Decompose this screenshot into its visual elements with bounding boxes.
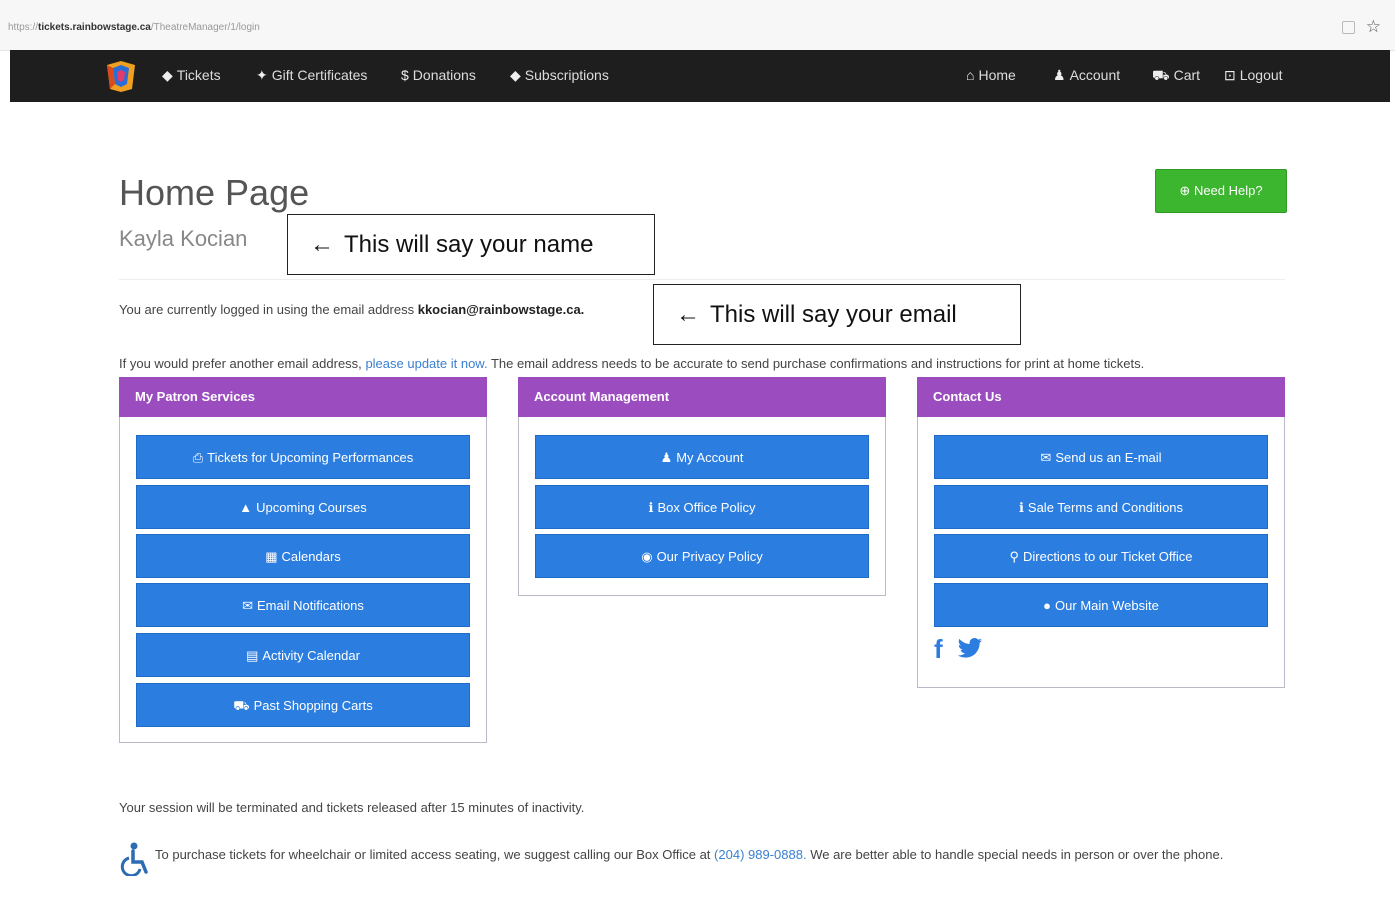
need-help-button[interactable]: ⊕ Need Help? bbox=[1155, 169, 1287, 213]
user-icon: ♟ bbox=[1053, 67, 1066, 83]
nav-subscriptions[interactable]: ◆ Subscriptions bbox=[510, 67, 609, 84]
home-icon: ⌂ bbox=[966, 67, 975, 83]
email-annotation: ← This will say your email bbox=[653, 284, 1021, 345]
eye-icon: ◉ bbox=[641, 549, 653, 564]
privacy-policy-button[interactable]: ◉ Our Privacy Policy bbox=[535, 534, 869, 578]
star-icon[interactable]: ☆ bbox=[1366, 17, 1381, 37]
user-email: kkocian@rainbowstage.ca. bbox=[417, 302, 585, 317]
upcoming-courses-button[interactable]: ▲ Upcoming Courses bbox=[136, 485, 470, 529]
sale-terms-button[interactable]: ℹ Sale Terms and Conditions bbox=[934, 485, 1268, 529]
arrow-left-icon: ← bbox=[310, 230, 334, 258]
divider bbox=[119, 279, 1285, 280]
info-icon: ℹ bbox=[1018, 500, 1024, 515]
send-email-button[interactable]: ✉ Send us an E-mail bbox=[934, 435, 1268, 479]
my-account-button[interactable]: ♟ My Account bbox=[535, 435, 869, 479]
nav-tickets[interactable]: ◆ Tickets bbox=[162, 67, 221, 84]
email-notifications-button[interactable]: ✉ Email Notifications bbox=[136, 583, 470, 627]
activity-calendar-button[interactable]: ▤ Activity Calendar bbox=[136, 633, 470, 677]
directions-button[interactable]: ⚲ Directions to our Ticket Office bbox=[934, 534, 1268, 578]
tag-icon: ◆ bbox=[510, 67, 521, 83]
contact-us-panel: Contact Us ✉ Send us an E-mail ℹ Sale Term… bbox=[917, 377, 1285, 688]
account-management-panel: Account Management ♟ My Account ℹ Box Offi… bbox=[518, 377, 886, 596]
nav-home[interactable]: ⌂ Home bbox=[966, 67, 1016, 83]
nav-account[interactable]: ♟ Account bbox=[1053, 67, 1120, 84]
plus-circle-icon: ⊕ bbox=[1179, 183, 1191, 198]
map-marker-icon: ⚲ bbox=[1009, 549, 1019, 564]
envelope-icon: ✉ bbox=[1040, 450, 1052, 465]
update-email-link[interactable]: please update it now. bbox=[365, 356, 487, 371]
cart-icon: ⛟ bbox=[233, 698, 250, 713]
user-icon: ♟ bbox=[660, 450, 673, 465]
user-name: Kayla Kocian bbox=[119, 226, 248, 251]
name-annotation: ← This will say your name bbox=[287, 214, 655, 275]
tickets-upcoming-button[interactable]: ⎙ Tickets for Upcoming Performances bbox=[136, 435, 470, 479]
nav-donations[interactable]: $ Donations bbox=[401, 67, 476, 83]
extension-icon[interactable] bbox=[1342, 21, 1355, 34]
update-email-text: If you would prefer another email addres… bbox=[119, 356, 1145, 371]
gift-icon: ✦ bbox=[256, 67, 268, 83]
lock-icon: ⊡ bbox=[1224, 67, 1236, 83]
panel-header: Contact Us bbox=[917, 377, 1285, 417]
wheelchair-icon bbox=[120, 842, 148, 876]
box-office-policy-button[interactable]: ℹ Box Office Policy bbox=[535, 485, 869, 529]
tag-icon: ◆ bbox=[162, 67, 173, 83]
graduation-cap-icon: ▲ bbox=[239, 500, 253, 515]
session-note: Your session will be terminated and tick… bbox=[119, 800, 585, 815]
list-icon: ▤ bbox=[246, 648, 259, 663]
globe-icon: ● bbox=[1043, 598, 1052, 613]
arrow-left-icon: ← bbox=[676, 300, 700, 328]
page-title: Home Page bbox=[119, 172, 310, 213]
patron-services-panel: My Patron Services ⎙ Tickets for Upcoming… bbox=[119, 377, 487, 743]
box-office-phone-link[interactable]: (204) 989-0888. bbox=[714, 847, 807, 862]
twitter-icon[interactable] bbox=[956, 638, 984, 660]
panel-header: Account Management bbox=[518, 377, 886, 417]
main-website-button[interactable]: ● Our Main Website bbox=[934, 583, 1268, 627]
envelope-icon: ✉ bbox=[242, 598, 253, 613]
calendar-icon: ▦ bbox=[265, 549, 278, 564]
print-icon: ⎙ bbox=[192, 450, 204, 465]
dollar-icon: $ bbox=[401, 67, 409, 83]
browser-address-bar[interactable]: https://tickets.rainbowstage.ca/TheatreM… bbox=[0, 0, 1395, 51]
logged-in-text: You are currently logged in using the em… bbox=[119, 302, 585, 317]
rainbow-stage-logo[interactable] bbox=[104, 59, 138, 93]
calendars-button[interactable]: ▦ Calendars bbox=[136, 534, 470, 578]
panel-header: My Patron Services bbox=[119, 377, 487, 417]
cart-icon: ⛟ bbox=[1152, 67, 1170, 83]
social-links: f bbox=[934, 634, 984, 665]
nav-cart[interactable]: ⛟ Cart bbox=[1152, 67, 1200, 86]
main-navbar: ◆ Tickets ✦ Gift Certificates $ Donations ◆… bbox=[10, 50, 1390, 102]
url-text[interactable]: https://tickets.rainbowstage.ca/TheatreM… bbox=[8, 22, 260, 33]
nav-gift-certificates[interactable]: ✦ Gift Certificates bbox=[256, 67, 367, 84]
facebook-icon[interactable]: f bbox=[934, 634, 943, 664]
info-icon: ℹ bbox=[648, 500, 654, 515]
nav-logout[interactable]: ⊡ Logout bbox=[1224, 67, 1283, 84]
past-shopping-carts-button[interactable]: ⛟ Past Shopping Carts bbox=[136, 683, 470, 727]
accessibility-note: To purchase tickets for wheelchair or li… bbox=[119, 840, 1285, 890]
